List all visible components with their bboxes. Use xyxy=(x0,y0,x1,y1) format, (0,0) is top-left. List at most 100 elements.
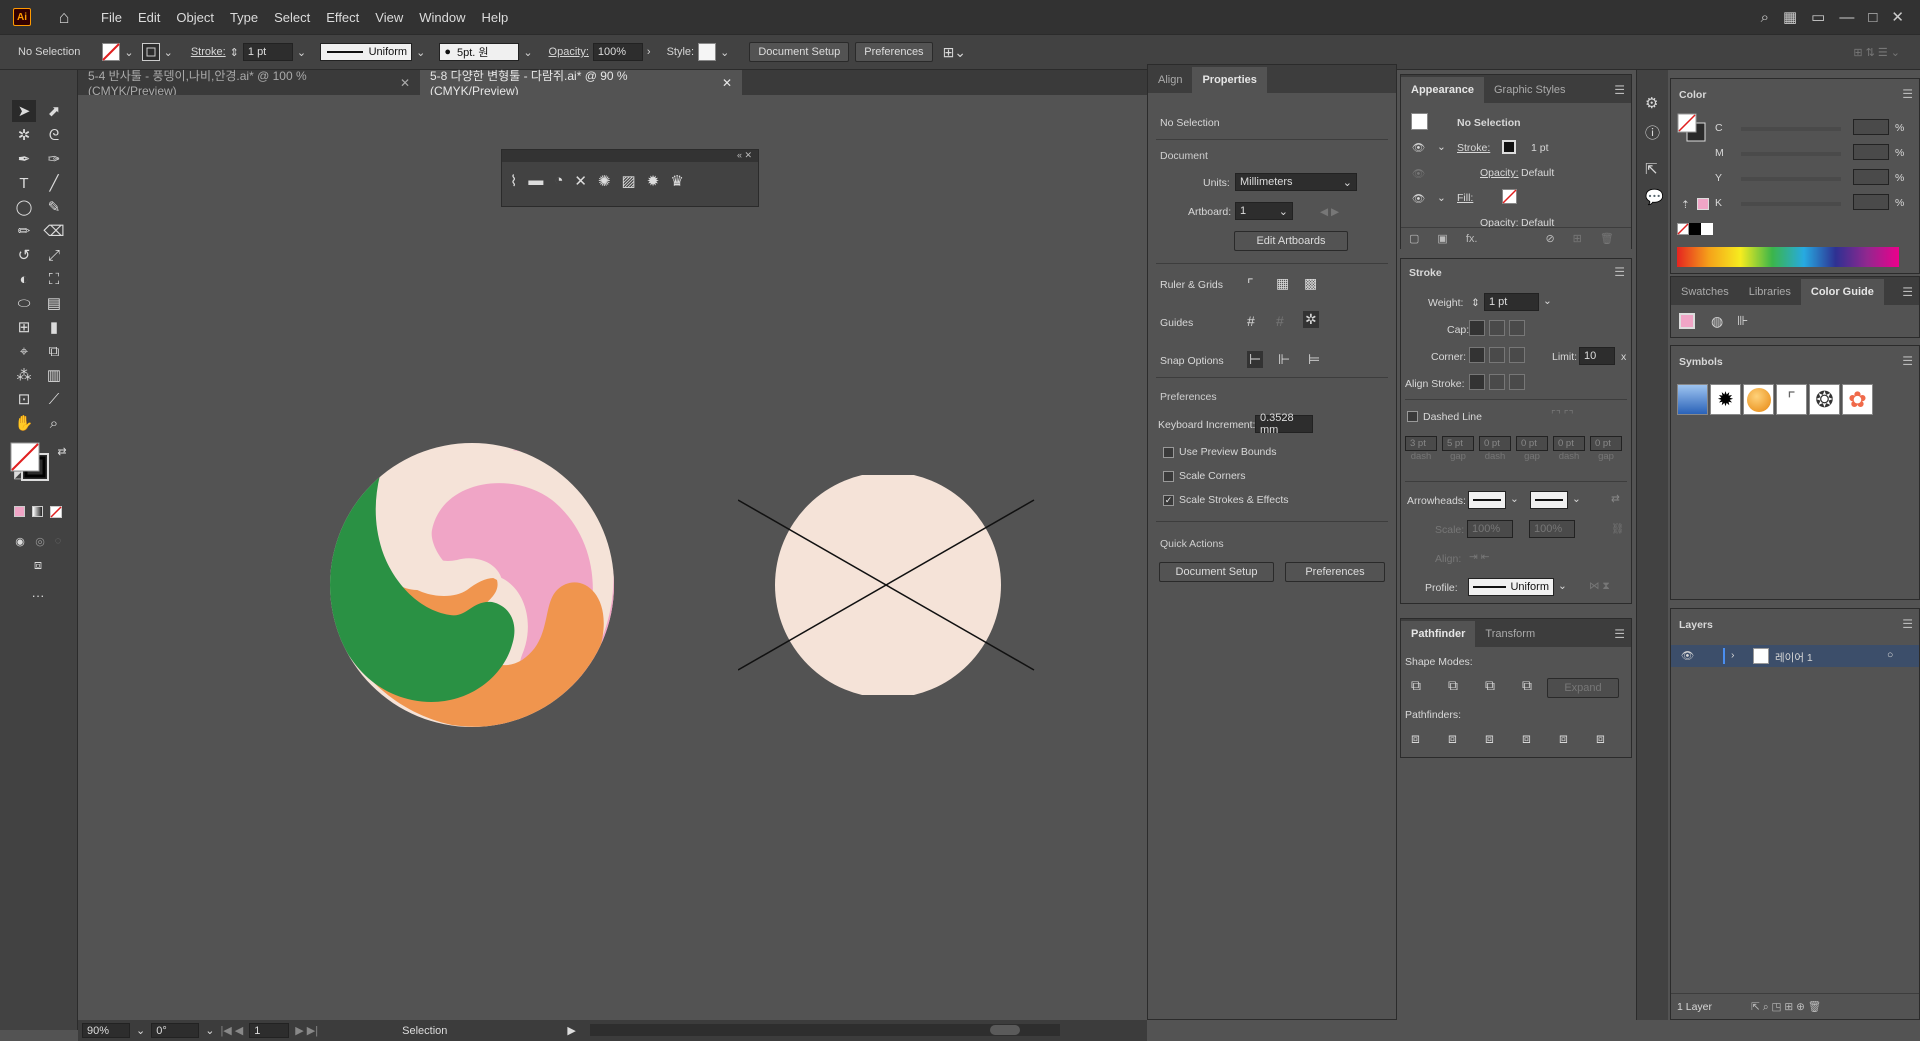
c-field[interactable] xyxy=(1853,119,1889,135)
artboard-nav-field[interactable]: 1 xyxy=(249,1023,290,1038)
c-slider[interactable] xyxy=(1741,127,1841,131)
selection-tool-icon[interactable]: ➤ xyxy=(12,100,36,122)
base-color-swatch[interactable] xyxy=(1679,313,1695,329)
edit-colors-icon[interactable]: ⊪ xyxy=(1737,313,1748,329)
chevron-down-icon[interactable]: ⌄ xyxy=(1558,580,1567,592)
scallop-tool-icon[interactable]: ▨ xyxy=(622,172,636,190)
prev-artboard-icon[interactable]: |◀ ◀ xyxy=(220,1024,243,1037)
fx-icon[interactable]: fx. xyxy=(1466,233,1478,245)
close-icon[interactable]: ✕ xyxy=(722,76,732,90)
bloat-tool-icon[interactable]: ✺ xyxy=(598,172,611,190)
document-setup-button[interactable]: Document Setup xyxy=(749,42,850,62)
tab-properties[interactable]: Properties xyxy=(1192,67,1267,93)
stroke-weight-field[interactable]: 1 pt xyxy=(242,43,293,61)
clear-appearance-icon[interactable]: ⊘ xyxy=(1545,232,1554,245)
blend-tool-icon[interactable]: ⧉ xyxy=(42,340,66,362)
type-tool-icon[interactable]: T xyxy=(12,172,36,194)
add-stroke-icon[interactable]: ▢ xyxy=(1409,232,1419,245)
layer-row[interactable]: 👁 › 레이어 1 ○ xyxy=(1671,645,1919,667)
dash-corner-icon[interactable]: ⌜⌝ ⌜⌝ xyxy=(1551,409,1574,421)
default-fill-stroke-icon[interactable]: ◩ xyxy=(6,464,30,486)
duplicate-item-icon[interactable]: ⊞ xyxy=(1573,232,1582,245)
menu-object[interactable]: Object xyxy=(168,10,222,25)
harmony-rules-icon[interactable]: ◍ xyxy=(1711,313,1723,330)
symbol-thumb-flower[interactable]: ✿ xyxy=(1842,384,1873,415)
rotate-tool-icon[interactable]: ↺ xyxy=(12,244,36,266)
menu-view[interactable]: View xyxy=(367,10,411,25)
doc-tab-2[interactable]: 5-8 다양한 변형툴 - 다람쥐.ai* @ 90 % (CMYK/Previ… xyxy=(420,69,742,98)
start-arrowhead-select[interactable] xyxy=(1468,491,1506,509)
delete-icon[interactable]: 🗑 xyxy=(1600,232,1614,245)
doc-tab-1[interactable]: 5-4 반사툴 - 풍뎅이,나비,안경.ai* @ 100 % (CMYK/Pr… xyxy=(78,69,420,98)
stepper-icon[interactable]: ⇕ xyxy=(1471,297,1480,309)
perspective-grid-tool-icon[interactable]: ▤ xyxy=(42,292,66,314)
properties-panel-icon[interactable]: ⚙ xyxy=(1645,94,1658,112)
y-field[interactable] xyxy=(1853,169,1889,185)
merge-icon[interactable]: ⧈ xyxy=(1485,730,1494,747)
guides-icon[interactable]: # xyxy=(1247,313,1255,329)
align-outside-icon[interactable] xyxy=(1509,374,1525,390)
chevron-right-icon[interactable]: › xyxy=(647,46,651,58)
chevron-right-icon[interactable]: › xyxy=(1731,649,1735,661)
eraser-tool-icon[interactable]: ⌫ xyxy=(42,220,66,242)
width-tool-icon[interactable]: ⌇ xyxy=(510,172,517,190)
gap-field-3[interactable]: 0 pt xyxy=(1590,436,1622,451)
lasso-tool-icon[interactable]: ᘓ xyxy=(42,124,66,146)
symbol-sprayer-tool-icon[interactable]: ⁂ xyxy=(12,364,36,386)
chevron-down-icon[interactable]: ⌄ xyxy=(720,46,729,59)
chevron-down-icon[interactable]: ⌄ xyxy=(1510,493,1519,505)
menu-file[interactable]: File xyxy=(93,10,130,25)
hand-tool-icon[interactable]: ✋ xyxy=(12,412,36,434)
crystallize-tool-icon[interactable]: ✹ xyxy=(647,172,660,190)
artboard-select[interactable]: 1 ⌄ xyxy=(1235,202,1293,220)
panel-menu-icon[interactable]: ☰ xyxy=(1614,627,1625,641)
warp-tool-icon[interactable]: ▬ xyxy=(528,172,543,190)
symbol-thumb-corner[interactable]: ⌜ xyxy=(1776,384,1807,415)
trim-icon[interactable]: ⧈ xyxy=(1448,730,1457,747)
visibility-eye-icon[interactable]: 👁 xyxy=(1412,167,1425,180)
exclude-icon[interactable]: ⧉ xyxy=(1522,677,1532,694)
swap-arrowheads-icon[interactable]: ⇄ xyxy=(1611,493,1620,505)
zoom-tool-icon[interactable]: ⌕ xyxy=(42,412,66,434)
curvature-tool-icon[interactable]: ✑ xyxy=(42,148,66,170)
comments-panel-icon[interactable]: 💬 xyxy=(1645,188,1664,206)
visibility-eye-icon[interactable]: 👁 xyxy=(1412,141,1425,154)
chevron-down-icon[interactable]: ⌄ xyxy=(1437,141,1446,153)
k-field[interactable] xyxy=(1853,194,1889,210)
menu-help[interactable]: Help xyxy=(473,10,516,25)
tab-color-guide[interactable]: Color Guide xyxy=(1800,279,1884,305)
link-icon[interactable]: ⛓ xyxy=(1611,522,1624,535)
wrinkle-tool-icon[interactable]: ♛ xyxy=(670,172,683,190)
graphic-style-swatch[interactable] xyxy=(698,43,717,61)
swirl-artwork[interactable] xyxy=(322,440,692,740)
status-menu-icon[interactable]: ▶ xyxy=(567,1024,575,1037)
panel-menu-icon[interactable]: ☰ xyxy=(1902,87,1913,101)
swap-fill-stroke-icon[interactable]: ⇄ xyxy=(50,440,74,462)
minimize-icon[interactable]: — xyxy=(1839,9,1854,26)
magic-wand-tool-icon[interactable]: ✲ xyxy=(12,124,36,146)
preferences-button[interactable]: Preferences xyxy=(855,42,933,62)
scrollbar-thumb[interactable] xyxy=(990,1025,1020,1035)
tab-align[interactable]: Align xyxy=(1148,67,1192,93)
target-icon[interactable]: ○ xyxy=(1887,649,1893,661)
units-select[interactable]: Millimeters ⌄ xyxy=(1235,173,1357,191)
symbol-thumb-blue-ribbon[interactable] xyxy=(1677,384,1708,415)
artboard-arrows-icon[interactable]: ◀ ▶ xyxy=(1320,206,1339,218)
close-icon[interactable]: ✕ xyxy=(1891,8,1904,26)
chevron-down-icon[interactable]: ⌄ xyxy=(523,46,532,59)
panel-menu-icon[interactable]: ☰ xyxy=(1902,617,1913,631)
outline-icon[interactable]: ⧈ xyxy=(1559,730,1568,747)
stroke-row-swatch[interactable] xyxy=(1502,140,1516,154)
gradient-tool-icon[interactable]: ▮ xyxy=(42,316,66,338)
color-mode-icon[interactable] xyxy=(14,506,25,517)
panel-menu-icon[interactable]: ☰ xyxy=(1614,265,1625,279)
dashed-line-checkbox[interactable] xyxy=(1407,411,1418,422)
panel-header[interactable]: « ✕ xyxy=(502,150,758,162)
eyedropper-tool-icon[interactable]: ⌖ xyxy=(12,340,36,362)
menu-type[interactable]: Type xyxy=(222,10,266,25)
menu-window[interactable]: Window xyxy=(411,10,473,25)
symbol-thumb-splatter[interactable]: ✹ xyxy=(1710,384,1741,415)
pen-tool-icon[interactable]: ✒ xyxy=(12,148,36,170)
gap-field-2[interactable]: 0 pt xyxy=(1516,436,1548,451)
fill-row-swatch[interactable] xyxy=(1502,189,1517,204)
